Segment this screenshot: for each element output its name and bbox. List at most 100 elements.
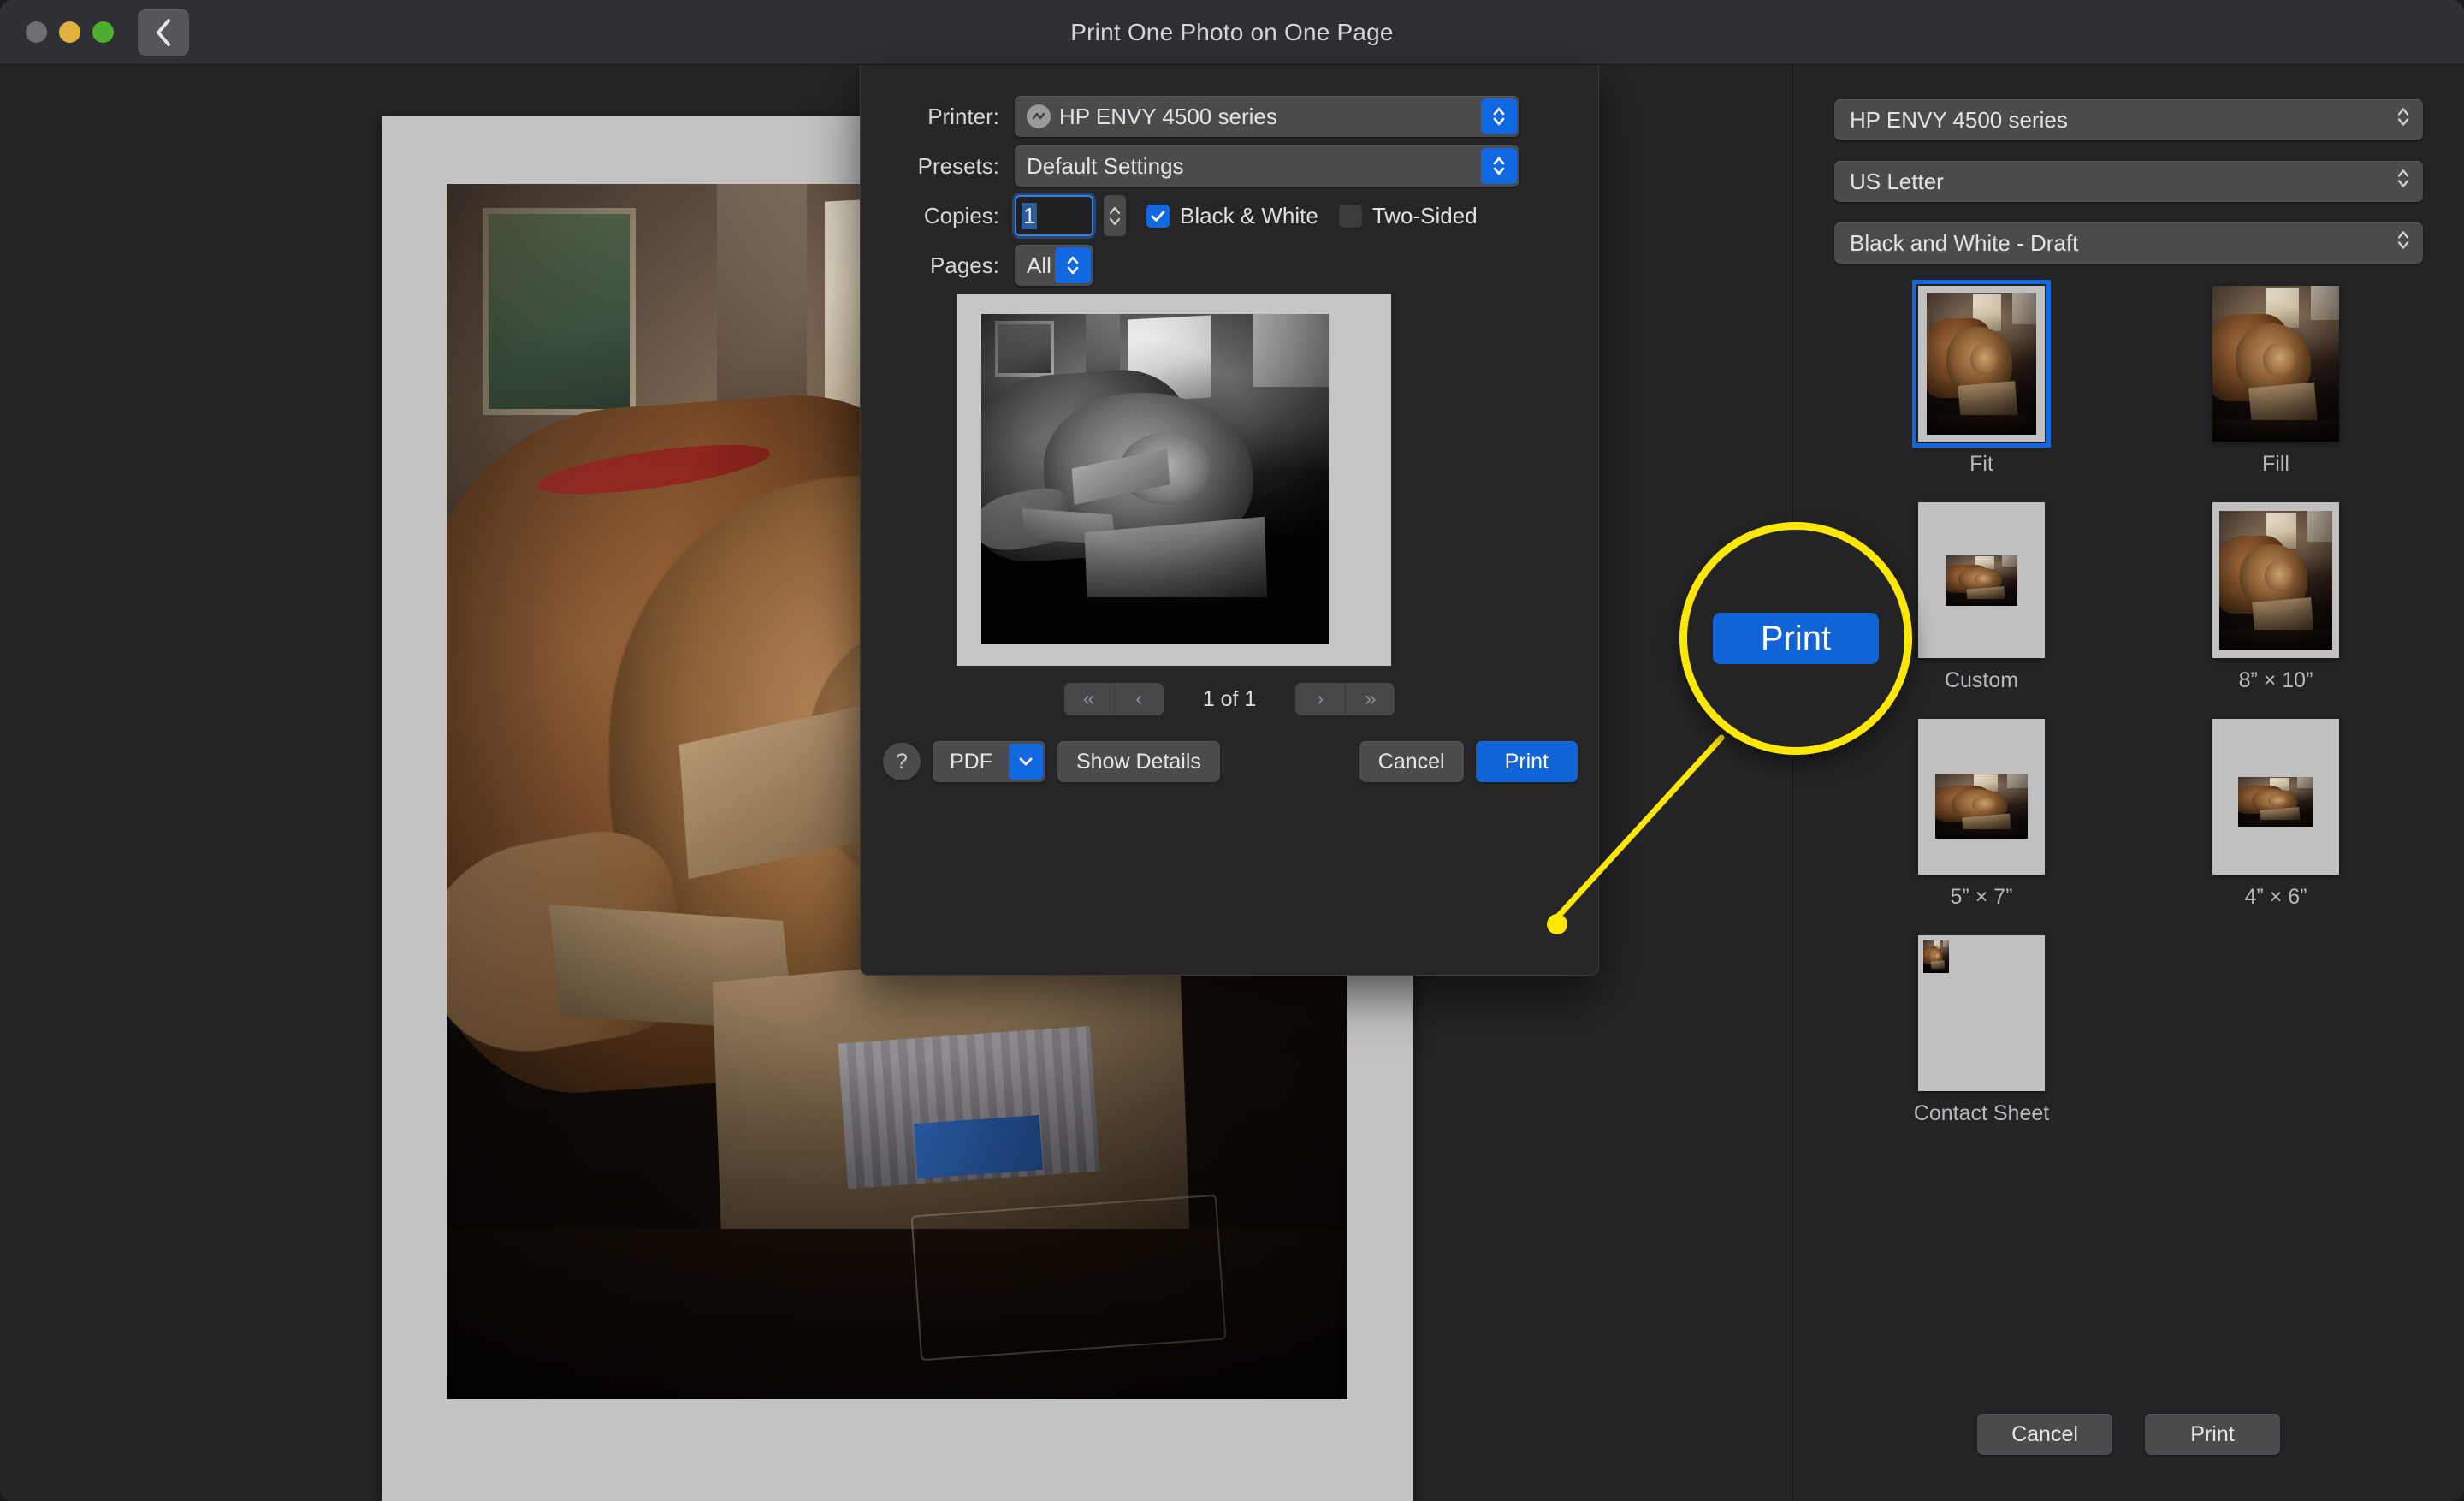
show-details-button[interactable]: Show Details: [1057, 741, 1220, 782]
dialog-button-bar: ? PDF Show Details Cancel Print: [883, 741, 1578, 782]
sidebar-printer-select[interactable]: HP ENVY 4500 series: [1834, 99, 2423, 140]
help-button[interactable]: ?: [883, 743, 921, 780]
preset-thumbnail: [1912, 280, 2051, 448]
two-sided-label: Two-Sided: [1371, 202, 1478, 228]
copies-input[interactable]: 1: [1015, 195, 1093, 236]
preset-thumbnail: [1918, 935, 2045, 1091]
zoom-window-button[interactable]: [92, 21, 114, 43]
sidebar-paper-size-value: US Letter: [1850, 168, 1944, 194]
print-options-sidebar: HP ENVY 4500 series US Letter Black and …: [1792, 65, 2464, 1501]
chevron-updown-icon: [2396, 104, 2411, 136]
presets-label: Presets:: [917, 152, 999, 179]
preset-thumbnail-image: [1927, 293, 2036, 435]
preset-thumbnail-image: [2212, 286, 2339, 442]
chevron-updown-icon: [1055, 247, 1091, 283]
printer-row: Printer: HP ENVY 4500 series: [861, 96, 1573, 137]
preset-cell[interactable]: Contact Sheet: [1834, 935, 2129, 1126]
presets-select-value: Default Settings: [1027, 152, 1184, 179]
chevron-updown-icon: [2396, 166, 2411, 198]
preset-label: 4” × 6”: [2244, 885, 2307, 909]
pages-label: Pages:: [930, 252, 999, 278]
preset-cell[interactable]: Custom: [1834, 502, 2129, 693]
previous-page-button[interactable]: ‹: [1113, 683, 1164, 715]
pages-select-value: All: [1027, 252, 1051, 278]
chevron-left-icon: [154, 18, 173, 47]
traffic-lights: [26, 21, 114, 43]
presets-row: Presets: Default Settings: [861, 145, 1573, 187]
preset-thumbnail-image: [2219, 511, 2332, 650]
window-titlebar: Print One Photo on One Page: [0, 0, 2464, 65]
preset-thumbnail: [2212, 502, 2339, 658]
sidebar-print-button[interactable]: Print: [2145, 1414, 2280, 1455]
preset-thumbnail-image: [1946, 555, 2017, 606]
page-nav-back-group: « ‹: [1063, 683, 1164, 715]
preset-cell[interactable]: Fit: [1834, 280, 2129, 477]
printer-label: Printer:: [927, 103, 999, 129]
minimize-window-button[interactable]: [59, 21, 80, 43]
stepper-down-icon: [1109, 217, 1121, 225]
sidebar-printer-value: HP ENVY 4500 series: [1850, 106, 2068, 133]
preset-label: 5” × 7”: [1950, 885, 2013, 909]
preset-label: Fill: [2262, 452, 2289, 476]
two-sided-checkbox-row[interactable]: Two-Sided: [1338, 202, 1478, 229]
last-page-button[interactable]: »: [1345, 683, 1395, 715]
print-dialog: Printer: HP ENVY 4500 series Presets: De…: [860, 65, 1599, 976]
print-preview-image: [981, 314, 1329, 644]
print-preview-paper: [957, 294, 1391, 666]
preset-thumbnail: [1918, 502, 2045, 658]
sidebar-cancel-button[interactable]: Cancel: [1977, 1414, 2112, 1455]
close-window-button[interactable]: [26, 21, 47, 43]
printer-select-value: HP ENVY 4500 series: [1059, 103, 1277, 129]
print-window: Print One Photo on One Page Printer: HP …: [0, 0, 2464, 1501]
preset-cell[interactable]: 5” × 7”: [1834, 719, 2129, 910]
chevron-updown-icon: [2396, 228, 2411, 259]
preset-label: 8” × 10”: [2238, 668, 2313, 692]
pages-select[interactable]: All: [1015, 245, 1093, 286]
dialog-cancel-button[interactable]: Cancel: [1359, 741, 1464, 782]
stepper-up-icon: [1109, 206, 1121, 214]
preset-thumbnail: [2212, 719, 2339, 875]
preset-thumbnail-image: [1935, 774, 2028, 839]
chevron-down-icon: [1009, 744, 1043, 780]
preset-label: Custom: [1944, 668, 2019, 692]
copies-row: Copies: 1 Black & White Two-Sided: [861, 195, 1573, 236]
page-nav-forward-group: › »: [1295, 683, 1395, 715]
preset-thumbnail-image: [2238, 777, 2313, 827]
copies-input-value: 1: [1022, 202, 1038, 229]
sidebar-button-bar: Cancel Print: [1793, 1414, 2464, 1455]
page-title: Print One Photo on One Page: [1070, 18, 1394, 45]
black-and-white-checkbox[interactable]: [1146, 204, 1170, 228]
preset-label: Contact Sheet: [1913, 1101, 2050, 1125]
printer-status-icon: [1027, 104, 1051, 128]
presets-select[interactable]: Default Settings: [1015, 145, 1519, 187]
copies-stepper[interactable]: [1104, 195, 1126, 236]
sidebar-paper-size-select[interactable]: US Letter: [1834, 161, 2423, 202]
sidebar-quality-select[interactable]: Black and White - Draft: [1834, 222, 2423, 264]
checkmark-icon: [1151, 210, 1165, 222]
black-and-white-label: Black & White: [1180, 202, 1318, 228]
next-page-button[interactable]: ›: [1295, 683, 1345, 715]
pdf-menu-label: PDF: [950, 749, 992, 774]
preset-thumbnail: [1918, 719, 2045, 875]
back-button[interactable]: [138, 9, 189, 56]
preset-cell[interactable]: 8” × 10”: [2129, 502, 2423, 693]
print-dialog-form: Printer: HP ENVY 4500 series Presets: De…: [861, 65, 1598, 286]
black-and-white-checkbox-row[interactable]: Black & White: [1146, 203, 1318, 229]
dialog-print-button[interactable]: Print: [1475, 741, 1578, 782]
page-indicator: 1 of 1: [1202, 686, 1257, 711]
printer-select[interactable]: HP ENVY 4500 series: [1015, 96, 1519, 137]
pages-row: Pages: All: [861, 245, 1573, 286]
page-navigation: « ‹ 1 of 1 › »: [861, 683, 1598, 715]
chevron-updown-icon: [1481, 98, 1517, 134]
copies-label: Copies:: [923, 202, 999, 228]
layout-preset-grid: Fit Fill Custom 8” × 10” 5” × 7” 4” × 6” Conta…: [1834, 280, 2423, 1126]
preset-cell[interactable]: Fill: [2129, 286, 2423, 477]
sidebar-quality-value: Black and White - Draft: [1850, 229, 2079, 256]
first-page-button[interactable]: «: [1064, 683, 1114, 715]
preset-thumbnail-image: [1923, 940, 1949, 973]
preset-label: Fit: [1969, 452, 1993, 476]
two-sided-checkbox[interactable]: [1338, 204, 1362, 228]
preset-thumbnail: [2212, 286, 2339, 442]
pdf-menu-button[interactable]: PDF: [933, 741, 1045, 782]
preset-cell[interactable]: 4” × 6”: [2129, 719, 2423, 910]
